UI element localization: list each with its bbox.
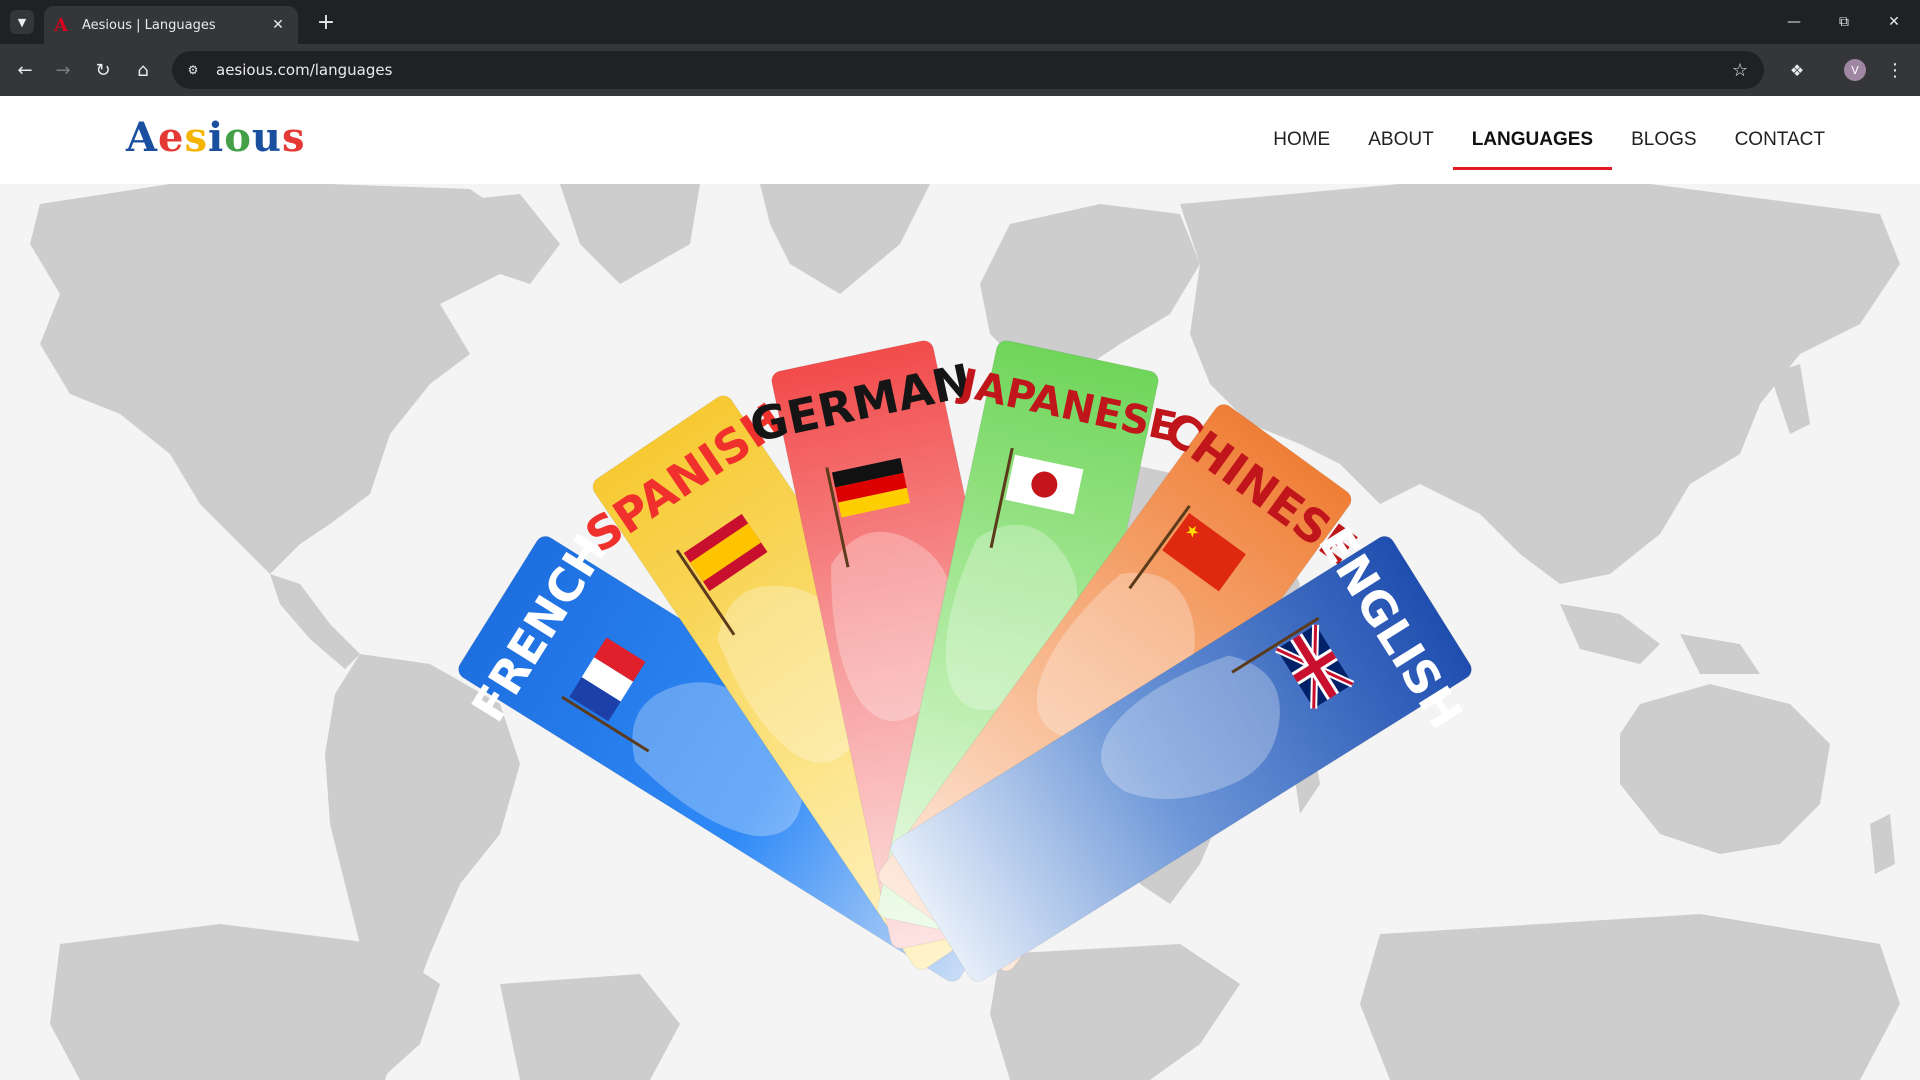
reload-icon[interactable]: ↻: [88, 55, 118, 85]
browser-tab[interactable]: A Aesious | Languages ✕: [44, 6, 298, 44]
logo-letter: s: [282, 114, 306, 161]
chevron-down-icon[interactable]: ▼: [10, 10, 34, 34]
tab-title: Aesious | Languages: [82, 17, 216, 33]
main-nav: HOME ABOUT LANGUAGES BLOGS CONTACT: [1254, 96, 1844, 184]
puzzle-icon[interactable]: ❖: [1782, 55, 1812, 85]
site-logo[interactable]: Aesious: [126, 114, 306, 161]
nav-home[interactable]: HOME: [1254, 96, 1349, 184]
nav-contact[interactable]: CONTACT: [1716, 96, 1844, 184]
hero-section: FRENCH SPANISH GERMAN JAPANESE ★ CHINESE ENGLI…: [0, 184, 1920, 1080]
address-bar[interactable]: ⚙ aesious.com/languages ☆: [172, 51, 1764, 89]
kebab-menu-icon[interactable]: ⋮: [1882, 55, 1908, 85]
arrow-right-icon[interactable]: →: [48, 55, 78, 85]
logo-letter: A: [126, 114, 159, 161]
site-header: Aesious HOME ABOUT LANGUAGES BLOGS CONTACT: [0, 96, 1920, 184]
favicon-icon: A: [54, 14, 68, 36]
plus-icon[interactable]: +: [312, 8, 340, 36]
star-icon[interactable]: ☆: [1732, 60, 1748, 81]
logo-letter: i: [208, 114, 225, 161]
logo-letter: e: [158, 114, 185, 161]
arrow-left-icon[interactable]: ←: [10, 55, 40, 85]
nav-languages[interactable]: LANGUAGES: [1452, 96, 1613, 184]
url-text[interactable]: aesious.com/languages: [216, 61, 1732, 79]
restore-icon[interactable]: ⧉: [1818, 0, 1870, 44]
minimize-icon[interactable]: —: [1768, 0, 1820, 44]
logo-letter: o: [224, 114, 252, 161]
logo-letter: u: [251, 114, 283, 161]
home-icon[interactable]: ⌂: [128, 55, 158, 85]
browser-tab-bar: ▼ A Aesious | Languages ✕ + — ⧉ ✕: [0, 0, 1920, 44]
nav-about[interactable]: ABOUT: [1349, 96, 1452, 184]
web-page: Aesious HOME ABOUT LANGUAGES BLOGS CONTACT: [0, 96, 1920, 1080]
window-close-icon[interactable]: ✕: [1868, 0, 1920, 44]
language-cards-fan: FRENCHSPANISHGERMANJAPANESE★CHINESEENGLI…: [458, 340, 1473, 982]
browser-toolbar: ← → ↻ ⌂ ⚙ aesious.com/languages ☆ ❖ V ⋮: [0, 44, 1920, 96]
close-icon[interactable]: ✕: [268, 17, 288, 33]
nav-blogs[interactable]: BLOGS: [1612, 96, 1715, 184]
tune-icon[interactable]: ⚙: [180, 57, 206, 83]
avatar[interactable]: V: [1844, 59, 1866, 81]
logo-letter: s: [184, 114, 209, 161]
